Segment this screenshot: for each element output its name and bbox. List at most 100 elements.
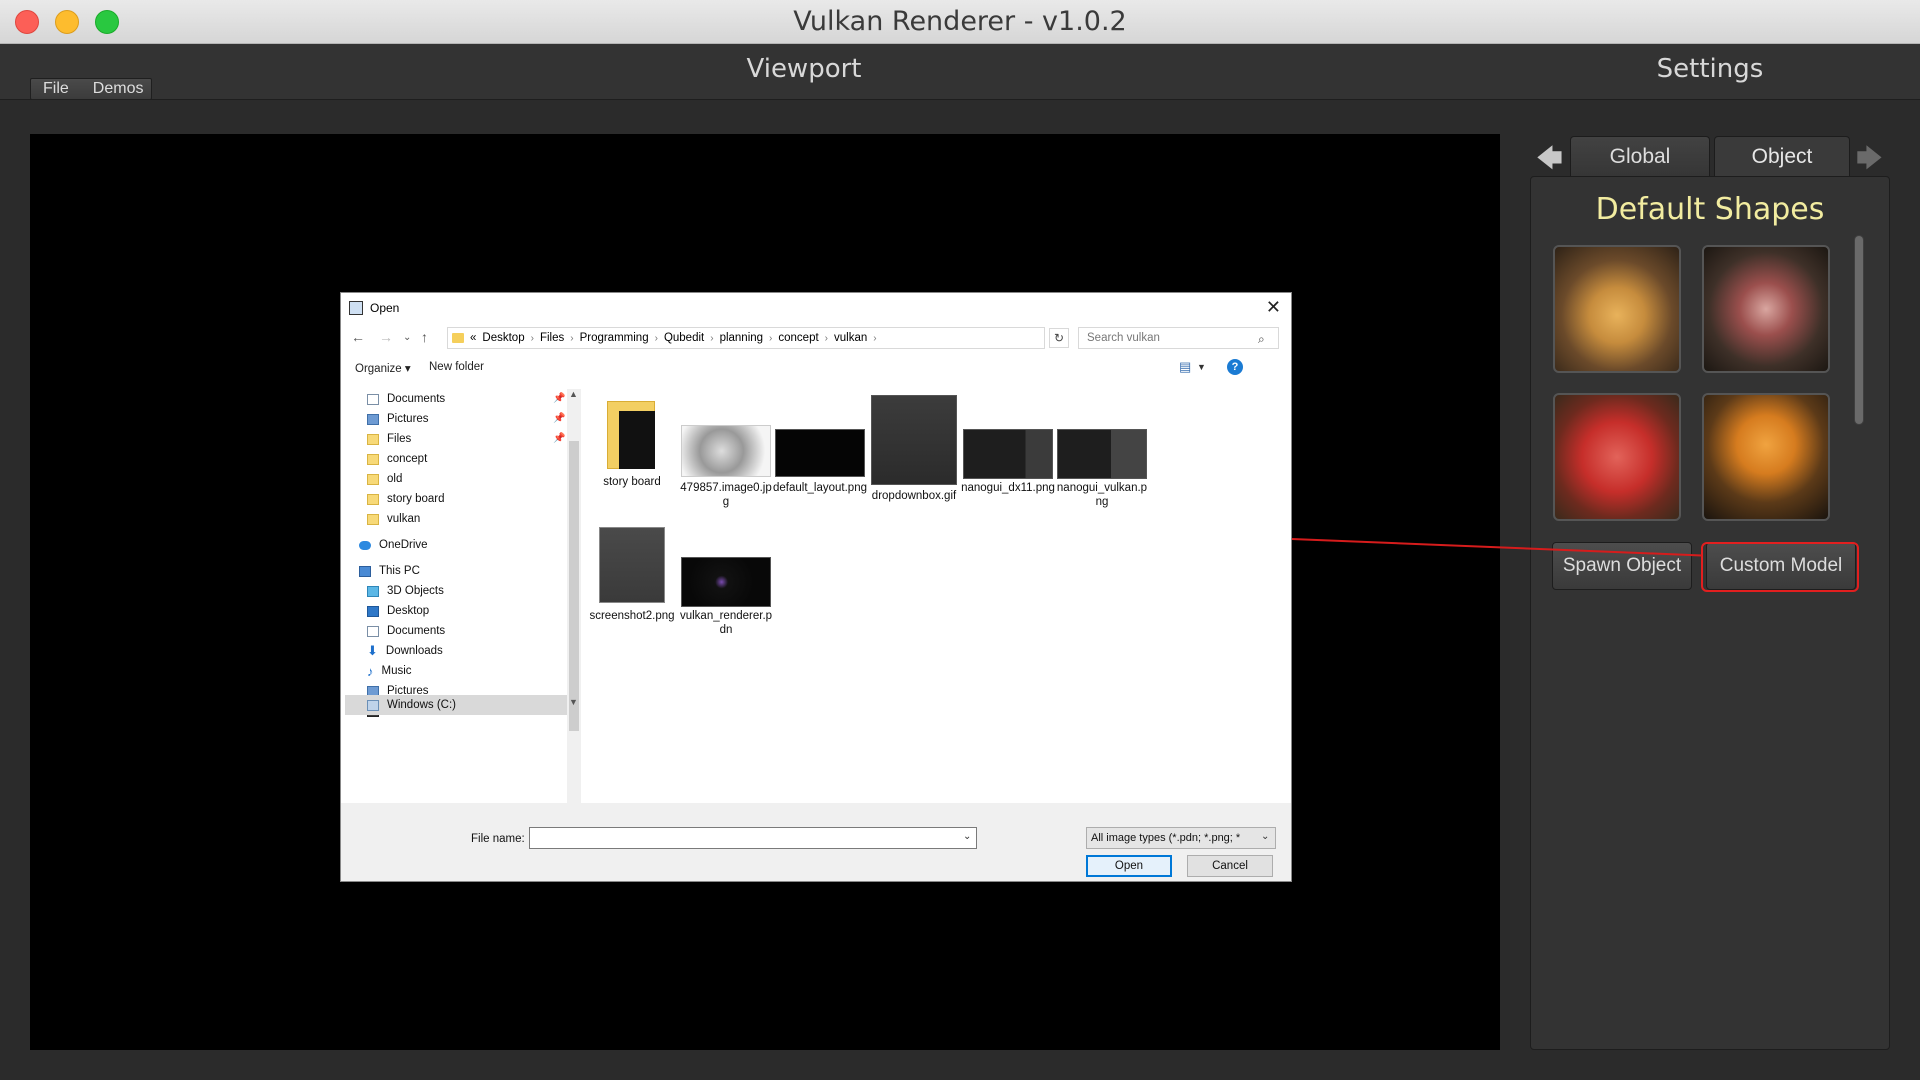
pin-icon: 📌 xyxy=(553,433,566,444)
menu-bar: File Demos xyxy=(30,78,152,100)
pictures-icon xyxy=(367,413,379,425)
new-folder-button[interactable]: New folder xyxy=(429,361,484,373)
nav-label: Files xyxy=(387,433,412,445)
breadcrumb-concept[interactable]: concept xyxy=(778,332,818,344)
chevron-right-icon[interactable]: › xyxy=(655,333,658,344)
search-input[interactable]: Search vulkan xyxy=(1078,327,1279,349)
nav-label: Music xyxy=(381,665,412,677)
search-icon[interactable]: ⌕ xyxy=(1258,332,1285,347)
recent-locations-chevron-icon[interactable]: ⌄ xyxy=(403,332,411,343)
shape-thumbnail-uni[interactable] xyxy=(1702,393,1830,521)
file-name: screenshot2.png xyxy=(589,610,675,622)
chevron-right-icon[interactable]: › xyxy=(825,333,828,344)
nav-item-windows-c[interactable]: Windows (C:) xyxy=(367,695,456,715)
breadcrumb-files[interactable]: Files xyxy=(540,332,564,344)
chevron-down-icon[interactable]: ▼ xyxy=(1197,362,1206,372)
desktop-icon xyxy=(367,605,379,617)
scroll-up-icon[interactable]: ▲ xyxy=(569,389,578,399)
documents-icon xyxy=(367,625,379,637)
nav-item-this-pc[interactable]: This PC xyxy=(359,561,420,581)
nav-item-documents[interactable]: Documents xyxy=(367,621,445,641)
nav-label: concept xyxy=(387,453,428,465)
nav-label: Documents xyxy=(387,625,446,637)
cancel-button[interactable]: Cancel xyxy=(1187,855,1273,877)
breadcrumb-programming[interactable]: Programming xyxy=(580,332,649,344)
file-type-select[interactable]: All image types (*.pdn; *.png; * xyxy=(1086,827,1276,849)
dialog-toolbar: Organize ▾ New folder ▤ ▼ ? xyxy=(341,355,1291,381)
nav-item-old[interactable]: old xyxy=(367,469,402,489)
breadcrumb-desktop[interactable]: Desktop xyxy=(482,332,524,344)
nav-item-pictures-pinned[interactable]: Pictures xyxy=(367,409,429,429)
nav-label: Downloads xyxy=(385,645,443,657)
folder-icon xyxy=(367,493,379,505)
change-view-icon[interactable]: ▤ xyxy=(1179,359,1191,375)
file-name-input[interactable] xyxy=(529,827,977,849)
window-title: Vulkan Renderer - v1.0.2 xyxy=(793,6,1127,37)
chevron-right-icon[interactable]: › xyxy=(570,333,573,344)
nav-item-music[interactable]: ♪ Music xyxy=(367,661,412,681)
folder-icon xyxy=(452,333,464,343)
menu-demos[interactable]: Demos xyxy=(81,79,156,99)
nav-label: old xyxy=(387,473,403,485)
up-arrow-icon[interactable]: ↑ xyxy=(421,329,428,345)
file-item-default-layout[interactable]: default_layout.png xyxy=(773,395,867,515)
file-item-479857-image0[interactable]: 479857.image0.jpg xyxy=(679,395,773,515)
close-icon[interactable]: ✕ xyxy=(1266,297,1281,318)
refresh-icon[interactable]: ↻ xyxy=(1049,328,1069,348)
breadcrumb-qubedit[interactable]: Qubedit xyxy=(664,332,704,344)
tab-object[interactable]: Object xyxy=(1714,136,1850,176)
chevron-down-icon[interactable]: ⌄ xyxy=(963,831,971,842)
nav-item-desktop[interactable]: Desktop xyxy=(367,601,429,621)
shape-thumbnail-nigiri[interactable] xyxy=(1702,245,1830,373)
nav-label: This PC xyxy=(379,565,420,577)
breadcrumb-overflow[interactable]: « xyxy=(470,332,476,344)
nav-label: story board xyxy=(387,493,445,505)
chevron-down-icon[interactable]: ⌄ xyxy=(1261,831,1269,842)
settings-title: Settings xyxy=(1656,54,1764,84)
scroll-down-icon[interactable]: ▼ xyxy=(569,697,578,707)
address-bar[interactable]: « Desktop › Files › Programming › Qubedi… xyxy=(447,327,1045,349)
breadcrumb-planning[interactable]: planning xyxy=(720,332,763,344)
breadcrumb-vulkan[interactable]: vulkan xyxy=(834,332,867,344)
file-item-screenshot2[interactable]: screenshot2.png xyxy=(585,527,679,647)
forward-arrow-icon[interactable]: → xyxy=(379,329,393,345)
file-item-story-board[interactable]: story board xyxy=(585,395,679,515)
nav-item-vulkan[interactable]: vulkan xyxy=(367,509,420,529)
nav-item-concept[interactable]: concept xyxy=(367,449,427,469)
dialog-nav-row: ← → ⌄ ↑ « Desktop › Files › Programming … xyxy=(341,325,1291,351)
chevron-right-icon[interactable]: › xyxy=(710,333,713,344)
back-arrow-icon[interactable]: ← xyxy=(351,329,365,345)
image-thumbnail xyxy=(1057,429,1147,479)
chevron-right-icon[interactable]: › xyxy=(531,333,534,344)
nav-item-downloads[interactable]: ⬇ Downloads xyxy=(367,641,443,661)
menu-file[interactable]: File xyxy=(31,79,81,99)
chevron-right-icon[interactable]: › xyxy=(769,333,772,344)
image-thumbnail xyxy=(871,395,957,485)
chevron-right-icon[interactable]: › xyxy=(873,333,876,344)
tab-global[interactable]: Global xyxy=(1570,136,1710,176)
dialog-title-bar: Open ✕ xyxy=(341,293,1291,323)
file-item-nanogui-dx11[interactable]: nanogui_dx11.png xyxy=(961,395,1055,515)
shapes-scrollbar-thumb[interactable] xyxy=(1855,236,1863,424)
nav-label: 3D Objects xyxy=(387,585,444,597)
image-thumbnail xyxy=(599,527,665,603)
nav-item-files[interactable]: Files xyxy=(367,429,411,449)
file-name: default_layout.png xyxy=(773,482,867,494)
open-button[interactable]: Open xyxy=(1086,855,1172,877)
dialog-app-icon xyxy=(349,301,363,315)
file-item-dropdownbox[interactable]: dropdownbox.gif xyxy=(867,395,961,515)
nav-label: Desktop xyxy=(387,605,430,617)
nav-scrollbar-thumb[interactable] xyxy=(569,441,579,731)
help-icon[interactable]: ? xyxy=(1227,359,1243,375)
organize-button[interactable]: Organize ▾ xyxy=(355,361,411,375)
nav-item-3d-objects[interactable]: 3D Objects xyxy=(367,581,444,601)
nav-item-onedrive[interactable]: OneDrive xyxy=(359,535,428,555)
pin-icon: 📌 xyxy=(553,393,566,404)
folder-icon xyxy=(367,473,379,485)
shape-thumbnail-tamago[interactable] xyxy=(1553,245,1681,373)
file-item-nanogui-vulkan[interactable]: nanogui_vulkan.png xyxy=(1055,395,1149,515)
file-item-vulkan-renderer-pdn[interactable]: vulkan_renderer.pdn xyxy=(679,527,773,647)
nav-item-story-board[interactable]: story board xyxy=(367,489,445,509)
shape-thumbnail-tuna[interactable] xyxy=(1553,393,1681,521)
nav-item-documents-pinned[interactable]: Documents xyxy=(367,389,445,409)
